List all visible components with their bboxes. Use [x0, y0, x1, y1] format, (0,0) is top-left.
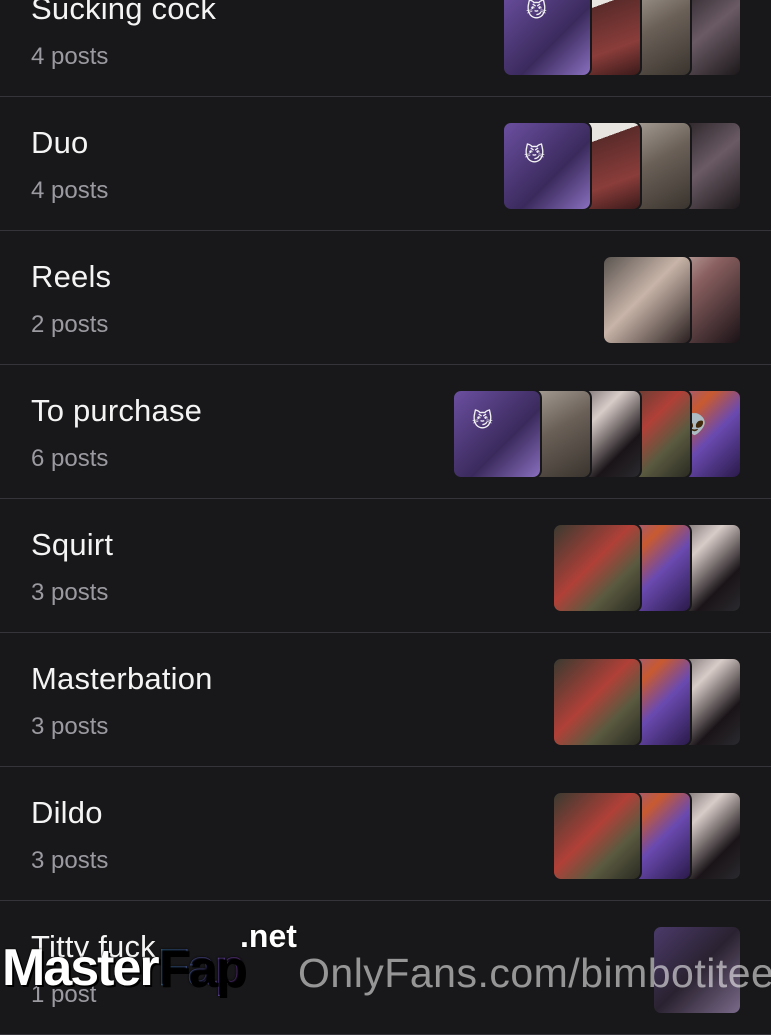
list-title: Reels: [31, 259, 112, 294]
thumbnail: [552, 791, 642, 881]
post-count: 1 post: [31, 981, 97, 1008]
post-count: 2 posts: [31, 311, 109, 338]
thumbnail: 😼: [502, 0, 592, 77]
thumbnail: 😼: [452, 389, 542, 479]
collections-list: Sucking cock 4 posts 😼 Duo 4 posts 😼 Ree…: [0, 0, 771, 1035]
thumbnail: [552, 523, 642, 613]
thumbnail-stack: 👽 😼: [452, 389, 742, 479]
list-item[interactable]: Masterbation 3 posts: [0, 633, 771, 767]
list-title: To purchase: [31, 393, 203, 428]
list-item[interactable]: Dildo 3 posts: [0, 767, 771, 901]
thumbnail: 😼: [502, 121, 592, 211]
cat-emoji-icon: 😼: [524, 144, 545, 166]
list-item[interactable]: Titty fuck 1 post: [0, 901, 771, 1035]
thumbnail-stack: [552, 523, 742, 613]
post-count: 4 posts: [31, 43, 109, 70]
thumbnail-stack: [652, 925, 742, 1015]
post-count: 3 posts: [31, 847, 109, 874]
thumbnail: [602, 255, 692, 345]
thumbnail-stack: 😼: [502, 121, 742, 211]
cat-emoji-icon: 😼: [472, 410, 493, 432]
list-title: Sucking cock: [31, 0, 217, 26]
list-item[interactable]: Squirt 3 posts: [0, 499, 771, 633]
list-title: Titty fuck: [31, 929, 156, 964]
list-item[interactable]: Duo 4 posts 😼: [0, 97, 771, 231]
list-title: Dildo: [31, 795, 103, 830]
post-count: 6 posts: [31, 445, 109, 472]
thumbnail-stack: [552, 791, 742, 881]
list-title: Squirt: [31, 527, 114, 562]
cat-emoji-icon: 😼: [526, 0, 547, 22]
post-count: 3 posts: [31, 713, 109, 740]
list-title: Masterbation: [31, 661, 213, 696]
thumbnail-stack: [552, 657, 742, 747]
thumbnail-stack: [602, 255, 742, 345]
thumbnail-stack: 😼: [502, 0, 742, 77]
list-item[interactable]: Reels 2 posts: [0, 231, 771, 365]
post-count: 4 posts: [31, 177, 109, 204]
thumbnail: [652, 925, 742, 1015]
thumbnail: [552, 657, 642, 747]
post-count: 3 posts: [31, 579, 109, 606]
list-item[interactable]: To purchase 6 posts 👽 😼: [0, 365, 771, 499]
list-item[interactable]: Sucking cock 4 posts 😼: [0, 0, 771, 97]
list-title: Duo: [31, 125, 89, 160]
